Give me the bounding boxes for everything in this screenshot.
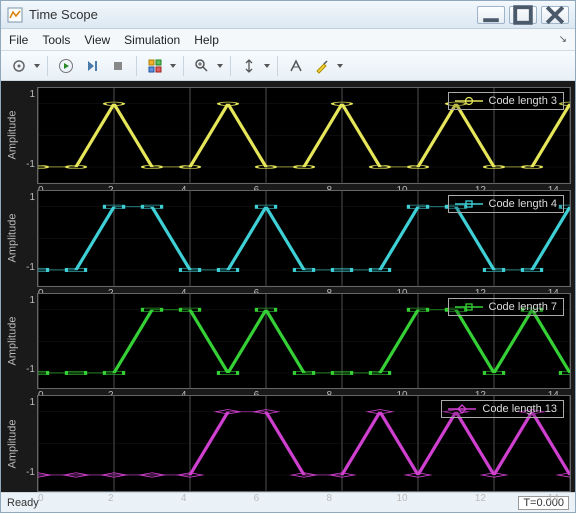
highlight-button[interactable]: [310, 54, 334, 78]
menu-tools[interactable]: Tools: [42, 33, 70, 47]
menu-simulation[interactable]: Simulation: [124, 33, 180, 47]
autoscale-button[interactable]: [237, 54, 261, 78]
yticks: 1-1: [19, 190, 37, 287]
ylabel: Amplitude: [5, 87, 19, 184]
ylabel: Amplitude: [5, 190, 19, 287]
app-window: Time Scope File Tools View Simulation He…: [0, 0, 576, 513]
axes-2[interactable]: Code length 7 02468101214: [37, 293, 571, 390]
app-icon: [7, 7, 23, 23]
zoom-dropdown[interactable]: [216, 64, 224, 68]
subplot-2: Amplitude 1-1 Code length 7 02468101214: [5, 293, 571, 390]
autoscale-dropdown[interactable]: [263, 64, 271, 68]
window-title: Time Scope: [29, 7, 471, 22]
menubar: File Tools View Simulation Help ↘: [1, 29, 575, 51]
minimize-button[interactable]: [477, 6, 505, 24]
legend-2: Code length 7: [448, 298, 565, 316]
subplot-3: Amplitude 1-1 Code length 13 02468101214: [5, 395, 571, 492]
titlebar: Time Scope: [1, 1, 575, 29]
highlight-dropdown[interactable]: [336, 64, 344, 68]
legend-label: Code length 3: [489, 95, 558, 107]
settings-button[interactable]: [7, 54, 31, 78]
yticks: 1-1: [19, 87, 37, 184]
measurements-button[interactable]: [284, 54, 308, 78]
step-button[interactable]: [80, 54, 104, 78]
window-buttons: [477, 6, 569, 24]
maximize-button[interactable]: [509, 6, 537, 24]
legend-1: Code length 4: [448, 195, 565, 213]
menu-help[interactable]: Help: [194, 33, 219, 47]
plot-area: Amplitude 1-1 Code length 3 02468101214 …: [1, 81, 575, 492]
xtick: 2: [108, 493, 114, 505]
xtick: 12: [475, 493, 486, 505]
ylabel: Amplitude: [5, 293, 19, 390]
xtick: 8: [326, 493, 332, 505]
axes-1[interactable]: Code length 4 02468101214: [37, 190, 571, 287]
axes-0[interactable]: Code length 3 02468101214: [37, 87, 571, 184]
legend-label: Code length 7: [489, 301, 558, 313]
legend-3: Code length 13: [441, 400, 564, 418]
triggers-dropdown[interactable]: [169, 64, 177, 68]
zoom-button[interactable]: [190, 54, 214, 78]
settings-dropdown[interactable]: [33, 64, 41, 68]
xticks: 0 2 4 6 8 10 12 14: [38, 493, 570, 505]
xtick: 10: [397, 493, 408, 505]
menu-file[interactable]: File: [9, 33, 28, 47]
yticks: 1-1: [19, 395, 37, 492]
yticks: 1-1: [19, 293, 37, 390]
close-button[interactable]: [541, 6, 569, 24]
triggers-button[interactable]: [143, 54, 167, 78]
ylabel: Amplitude: [5, 395, 19, 492]
axes-3[interactable]: Code length 13 02468101214: [37, 395, 571, 492]
xtick: 4: [181, 493, 187, 505]
legend-label: Code length 13: [482, 403, 557, 415]
subplot-1: Amplitude 1-1 Code length 4 02468101214: [5, 190, 571, 287]
status-ready: Ready: [7, 497, 39, 509]
menu-view[interactable]: View: [84, 33, 110, 47]
toolbar: [1, 51, 575, 81]
xtick: 14: [548, 493, 559, 505]
legend-label: Code length 4: [489, 198, 558, 210]
legend-0: Code length 3: [448, 92, 565, 110]
stop-button[interactable]: [106, 54, 130, 78]
run-button[interactable]: [54, 54, 78, 78]
xtick: 0: [38, 493, 44, 505]
subplot-0: Amplitude 1-1 Code length 3 02468101214: [5, 87, 571, 184]
undock-icon[interactable]: ↘: [559, 34, 567, 45]
xtick: 6: [254, 493, 260, 505]
